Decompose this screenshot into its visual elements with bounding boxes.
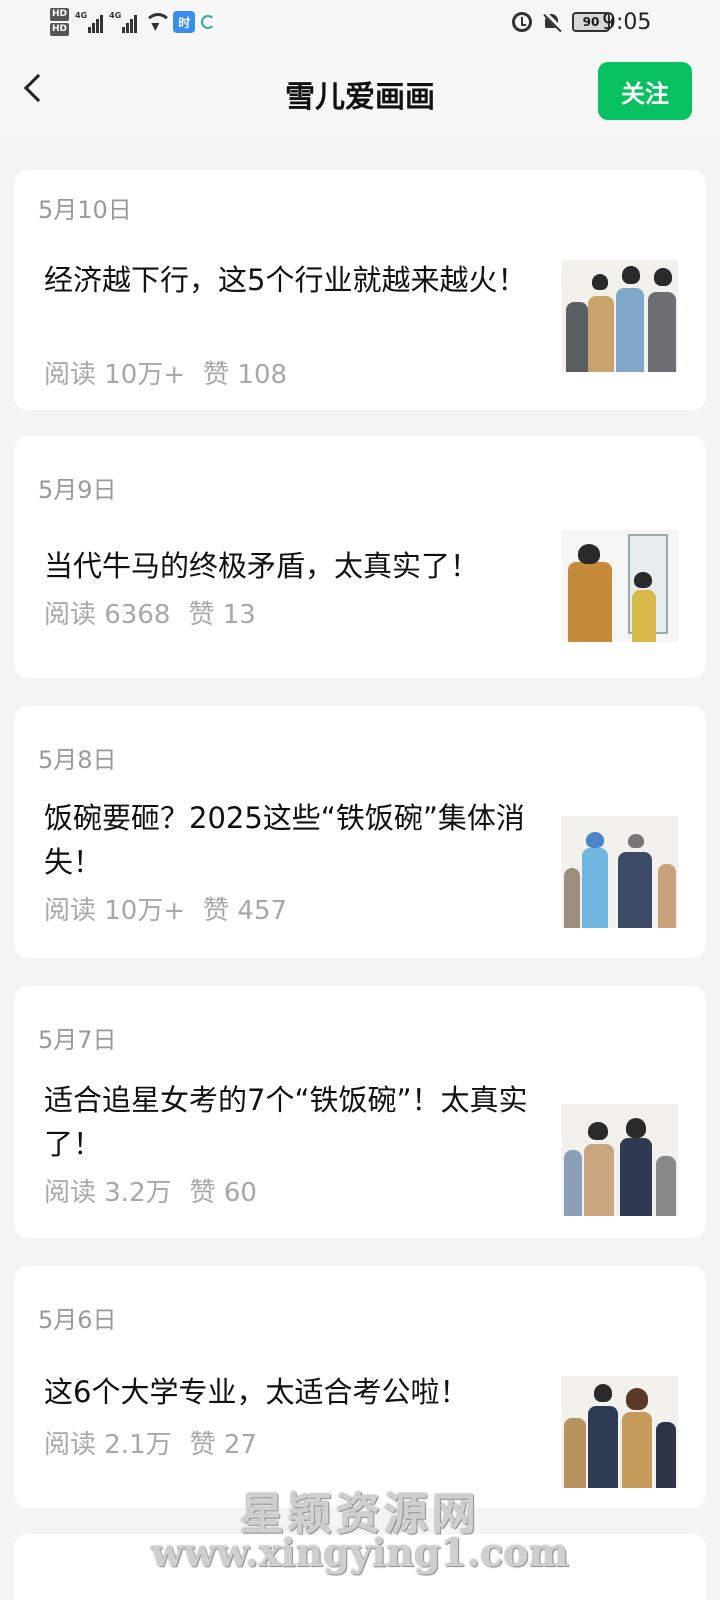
hd-indicators: HD HD (50, 8, 70, 36)
wifi-icon (143, 13, 173, 31)
read-count: 阅读 3.2万 (44, 1178, 172, 1208)
hd-icon: HD (50, 8, 70, 21)
status-right: 90 (512, 12, 614, 32)
header: 雪儿爱画画 关注 (0, 48, 720, 140)
like-count: 赞 457 (203, 896, 288, 926)
article-title[interactable]: 当代牛马的终极矛盾，太真实了！ (44, 544, 554, 588)
article-date: 5月8日 (38, 746, 117, 774)
article-meta: 阅读 3.2万 赞 60 (44, 1172, 257, 1209)
article-date: 5月6日 (38, 1306, 117, 1334)
like-count: 赞 13 (188, 600, 256, 630)
article-thumbnail[interactable] (562, 1376, 678, 1488)
read-count: 阅读 10万+ (44, 360, 186, 390)
hd-icon: HD (50, 23, 70, 36)
article-title[interactable]: 经济越下行，这5个行业就越来越火！ (44, 258, 554, 302)
sync-icon (201, 15, 216, 29)
article-meta: 阅读 10万+ 赞 457 (44, 890, 287, 927)
article-meta: 阅读 6368 赞 13 (44, 594, 256, 631)
like-count: 赞 27 (189, 1430, 257, 1460)
article-date: 5月7日 (38, 1026, 117, 1054)
article-thumbnail[interactable] (562, 260, 678, 372)
article-card[interactable]: 5月7日 适合追星女考的7个“铁饭碗”！太真实了！ 阅读 3.2万 赞 60 (14, 986, 706, 1238)
article-card[interactable]: 5月6日 这6个大学专业，太适合考公啦！ 阅读 2.1万 赞 27 (14, 1266, 706, 1508)
read-count: 阅读 2.1万 (44, 1430, 172, 1460)
network-type-label: 4G (109, 11, 122, 20)
like-count: 赞 60 (189, 1178, 257, 1208)
mute-bell-icon (542, 12, 562, 32)
article-date: 5月10日 (38, 196, 132, 224)
article-thumbnail[interactable] (562, 530, 678, 642)
alarm-icon (512, 12, 532, 32)
read-count: 阅读 6368 (44, 600, 171, 630)
status-time: 9:05 (602, 10, 652, 35)
cellular-signal-icon: 4G (109, 11, 138, 33)
like-count: 赞 108 (203, 360, 288, 390)
follow-button[interactable]: 关注 (598, 62, 692, 120)
status-left: HD HD 4G 4G 时 (50, 8, 216, 36)
cellular-signal-icon: 4G (75, 11, 104, 33)
article-card[interactable]: 5月10日 经济越下行，这5个行业就越来越火！ 阅读 10万+ 赞 108 (14, 170, 706, 410)
article-card[interactable]: 5月9日 当代牛马的终极矛盾，太真实了！ 阅读 6368 赞 13 (14, 436, 706, 678)
article-date: 5月9日 (38, 476, 117, 504)
watermark-url: www.xingying1.com (151, 1530, 569, 1575)
network-type-label: 4G (75, 11, 88, 20)
app-notification-icon: 时 (173, 11, 196, 33)
article-meta: 阅读 2.1万 赞 27 (44, 1424, 257, 1461)
article-title[interactable]: 饭碗要砸？2025这些“铁饭碗”集体消失！ (44, 796, 554, 884)
status-bar: HD HD 4G 4G 时 90 9:05 (0, 0, 720, 48)
article-thumbnail[interactable] (562, 1104, 678, 1216)
read-count: 阅读 10万+ (44, 896, 186, 926)
article-card[interactable]: 5月8日 饭碗要砸？2025这些“铁饭碗”集体消失！ 阅读 10万+ 赞 457 (14, 706, 706, 958)
article-thumbnail[interactable] (562, 816, 678, 928)
article-title[interactable]: 适合追星女考的7个“铁饭碗”！太真实了！ (44, 1078, 554, 1166)
article-title[interactable]: 这6个大学专业，太适合考公啦！ (44, 1370, 554, 1414)
article-meta: 阅读 10万+ 赞 108 (44, 354, 287, 391)
